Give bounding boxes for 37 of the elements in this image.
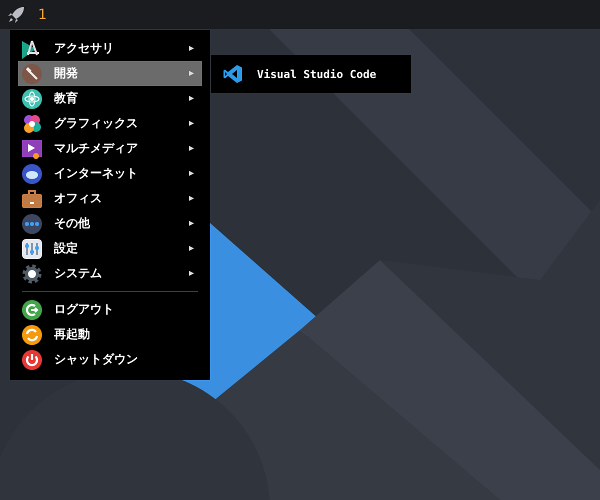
atom-icon xyxy=(22,88,42,108)
menu-item[interactable]: 設定 ▸ xyxy=(18,236,202,261)
submenu-arrow: ▸ xyxy=(188,43,194,54)
gear-icon xyxy=(22,264,42,284)
power-icon xyxy=(22,350,42,370)
submenu-arrow: ▸ xyxy=(188,68,194,79)
restart-icon xyxy=(22,324,42,344)
submenu-arrow: ▸ xyxy=(188,93,194,104)
submenu-arrow: ▸ xyxy=(188,193,194,204)
rocket-icon[interactable] xyxy=(6,4,26,24)
submenu-arrow: ▸ xyxy=(188,143,194,154)
menu-item[interactable]: オフィス ▸ xyxy=(18,186,202,211)
menu-item[interactable]: マルチメディア ▸ xyxy=(18,136,202,161)
submenu-arrow: ▸ xyxy=(188,268,194,279)
dots-icon xyxy=(22,214,42,234)
submenu-arrow: ▸ xyxy=(188,218,194,229)
menu-item[interactable]: Visual Studio Code xyxy=(223,64,376,84)
menu-item[interactable]: ログアウト xyxy=(18,297,202,322)
briefcase-icon xyxy=(22,188,42,208)
menu-item[interactable]: システム ▸ xyxy=(18,261,202,286)
menu-item[interactable]: グラフィックス ▸ xyxy=(18,111,202,136)
submenu-arrow: ▸ xyxy=(188,168,194,179)
menu-item[interactable]: 教育 ▸ xyxy=(18,86,202,111)
menu-item[interactable]: シャットダウン xyxy=(18,347,202,372)
menu-item[interactable]: インターネット ▸ xyxy=(18,161,202,186)
menu-item[interactable]: 開発 ▸ xyxy=(18,61,202,86)
menu-item[interactable]: 再起動 xyxy=(18,322,202,347)
logout-icon xyxy=(22,300,42,320)
code-editor-icon xyxy=(223,64,243,84)
workspace-number[interactable]: 1 xyxy=(38,6,47,22)
flower-icon xyxy=(22,114,42,134)
submenu-arrow: ▸ xyxy=(188,118,194,129)
film-icon xyxy=(22,138,42,158)
menu-item[interactable]: アクセサリ ▸ xyxy=(18,36,202,61)
menu-item[interactable]: その他 ▸ xyxy=(18,211,202,236)
submenu-arrow: ▸ xyxy=(188,243,194,254)
sliders-icon xyxy=(22,238,42,258)
